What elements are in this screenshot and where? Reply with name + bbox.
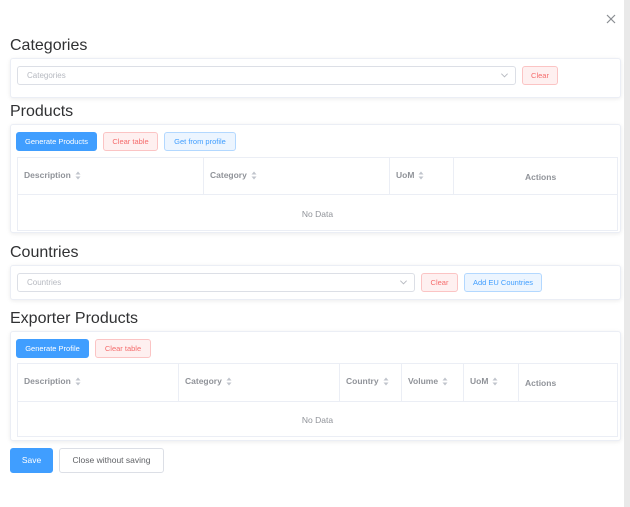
- countries-select-placeholder: Countries: [27, 278, 62, 287]
- countries-title: Countries: [10, 244, 79, 261]
- countries-select[interactable]: Countries: [17, 273, 415, 292]
- exporter-clear-table-button[interactable]: Clear table: [95, 339, 151, 358]
- exporter-products-table-header: Description Category Country Volume UoM …: [18, 364, 617, 402]
- products-col-uom[interactable]: UoM: [390, 158, 454, 194]
- products-card: Generate Products Clear table Get from p…: [10, 124, 621, 233]
- sort-icon[interactable]: [251, 171, 257, 180]
- exporter-products-title: Exporter Products: [10, 310, 139, 327]
- sort-icon[interactable]: [226, 377, 232, 386]
- exporter-col-description-label: Description: [24, 376, 71, 386]
- close-without-saving-button[interactable]: Close without saving: [59, 448, 164, 473]
- generate-profile-button[interactable]: Generate Profile: [16, 339, 89, 358]
- exporter-products-empty-text: No Data: [301, 415, 334, 425]
- sort-icon[interactable]: [75, 171, 81, 180]
- close-icon[interactable]: [604, 12, 618, 26]
- products-table-header: Description Category UoM Actions: [18, 158, 617, 195]
- exporter-col-actions: Actions: [519, 364, 619, 401]
- sort-icon[interactable]: [492, 377, 498, 386]
- products-clear-table-button[interactable]: Clear table: [103, 132, 158, 151]
- chevron-down-icon: [501, 73, 508, 78]
- categories-clear-button[interactable]: Clear: [522, 66, 558, 85]
- products-col-category-label: Category: [210, 170, 247, 180]
- categories-select-placeholder: Categories: [27, 71, 66, 80]
- exporter-col-country-label: Country: [346, 376, 379, 386]
- exporter-col-category[interactable]: Category: [179, 364, 340, 401]
- exporter-products-card: Generate Profile Clear table Description…: [10, 331, 621, 441]
- products-col-uom-label: UoM: [396, 170, 415, 180]
- exporter-products-table: Description Category Country Volume UoM …: [17, 363, 618, 437]
- products-title: Products: [10, 103, 74, 120]
- exporter-col-volume-label: Volume: [408, 376, 439, 386]
- exporter-col-uom-label: UoM: [470, 376, 489, 386]
- sort-icon[interactable]: [75, 377, 81, 386]
- window-scrollbar-track[interactable]: [624, 0, 630, 507]
- sort-icon[interactable]: [383, 377, 389, 386]
- exporter-col-category-label: Category: [185, 376, 222, 386]
- products-col-actions-label: Actions: [525, 172, 557, 182]
- chevron-down-icon: [400, 280, 407, 285]
- generate-products-button[interactable]: Generate Products: [16, 132, 97, 151]
- exporter-col-uom[interactable]: UoM: [464, 364, 519, 401]
- categories-card: Categories Clear: [10, 58, 621, 98]
- save-button[interactable]: Save: [10, 448, 53, 473]
- exporter-col-volume[interactable]: Volume: [402, 364, 464, 401]
- products-col-category[interactable]: Category: [204, 158, 390, 194]
- products-col-actions: Actions: [454, 158, 619, 194]
- sort-icon[interactable]: [442, 377, 448, 386]
- products-col-description[interactable]: Description: [18, 158, 204, 194]
- countries-card: Countries Clear Add EU Countries: [10, 265, 621, 300]
- products-col-description-label: Description: [24, 170, 71, 180]
- countries-clear-button[interactable]: Clear: [421, 273, 458, 292]
- get-from-profile-button[interactable]: Get from profile: [164, 132, 236, 151]
- exporter-col-description[interactable]: Description: [18, 364, 179, 401]
- add-eu-countries-button[interactable]: Add EU Countries: [464, 273, 542, 292]
- categories-select[interactable]: Categories: [17, 66, 516, 85]
- sort-icon[interactable]: [418, 171, 424, 180]
- products-table: Description Category UoM Actions No Data: [17, 157, 618, 231]
- exporter-col-country[interactable]: Country: [340, 364, 402, 401]
- products-empty-text: No Data: [301, 209, 334, 219]
- categories-title: Categories: [10, 37, 88, 54]
- exporter-col-actions-label: Actions: [525, 378, 557, 388]
